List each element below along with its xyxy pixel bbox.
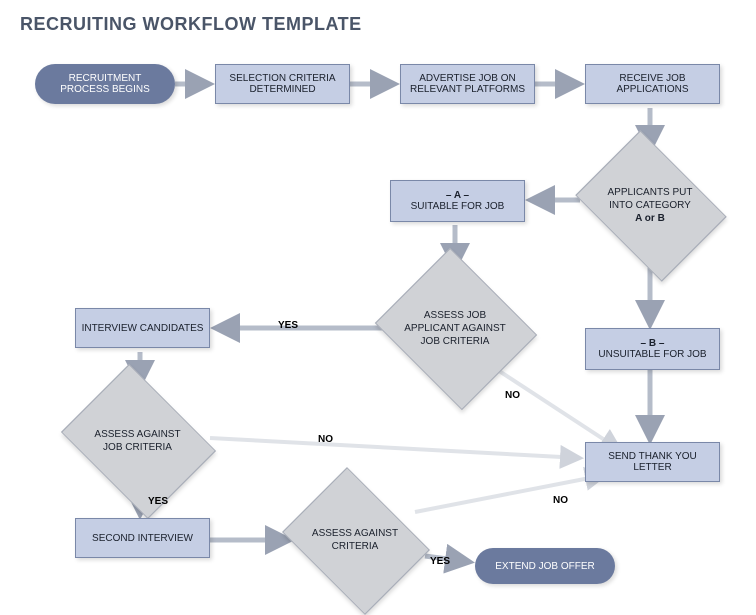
node-label: UNSUITABLE FOR JOB [598, 349, 706, 360]
node-thank-you: SEND THANK YOU LETTER [585, 442, 720, 482]
node-label: SEND THANK YOU LETTER [590, 451, 715, 473]
node-second-interview: SECOND INTERVIEW [75, 518, 210, 558]
node-label: SUITABLE FOR JOB [411, 201, 505, 212]
edge-label-yes: YES [430, 556, 450, 567]
node-label: RECRUITMENT PROCESS BEGINS [45, 73, 165, 95]
node-interview: INTERVIEW CANDIDATES [75, 308, 210, 348]
node-selection-criteria: SELECTION CRITERIA DETERMINED [215, 64, 350, 104]
node-top-label: – A – [446, 190, 469, 201]
node-receive: RECEIVE JOB APPLICATIONS [585, 64, 720, 104]
edge-label-no: NO [553, 495, 568, 506]
node-assess-criteria-2: ASSESS AGAINST JOB CRITERIA [85, 388, 190, 493]
node-label: ADVERTISE JOB ON RELEVANT PLATFORMS [405, 73, 530, 95]
edge-label-yes: YES [148, 496, 168, 507]
edge-label-yes: YES [278, 320, 298, 331]
node-unsuitable: – B –UNSUITABLE FOR JOB [585, 328, 720, 370]
node-suitable: – A –SUITABLE FOR JOB [390, 180, 525, 222]
node-start: RECRUITMENT PROCESS BEGINS [35, 64, 175, 104]
node-label: ASSESS AGAINST CRITERIA [305, 527, 405, 553]
node-label: INTERVIEW CANDIDATES [82, 323, 204, 334]
page-title: RECRUITING WORKFLOW TEMPLATE [20, 14, 362, 35]
edge-label-no: NO [318, 434, 333, 445]
node-assess-applicant: ASSESS JOB APPLICANT AGAINST JOB CRITERI… [400, 273, 510, 383]
node-label: RECEIVE JOB APPLICATIONS [590, 73, 715, 95]
node-label: SELECTION CRITERIA DETERMINED [220, 73, 345, 95]
node-category-decision: APPLICANTS PUT INTO CATEGORY A or B [600, 155, 700, 255]
node-label: EXTEND JOB OFFER [495, 561, 594, 572]
node-label: ASSESS JOB APPLICANT AGAINST JOB CRITERI… [400, 309, 510, 348]
node-label: SECOND INTERVIEW [92, 533, 193, 544]
node-top-label: – B – [641, 338, 665, 349]
node-assess-criteria-3: ASSESS AGAINST CRITERIA [305, 490, 405, 590]
node-extend-offer: EXTEND JOB OFFER [475, 548, 615, 584]
edge-label-no: NO [505, 390, 520, 401]
node-sub-label: A or B [635, 213, 665, 224]
node-advertise: ADVERTISE JOB ON RELEVANT PLATFORMS [400, 64, 535, 104]
node-label: ASSESS AGAINST JOB CRITERIA [85, 428, 190, 454]
flowchart-canvas: RECRUITING WORKFLOW TEMPLATE [0, 0, 756, 612]
node-label: APPLICANTS PUT INTO CATEGORY [607, 187, 692, 211]
